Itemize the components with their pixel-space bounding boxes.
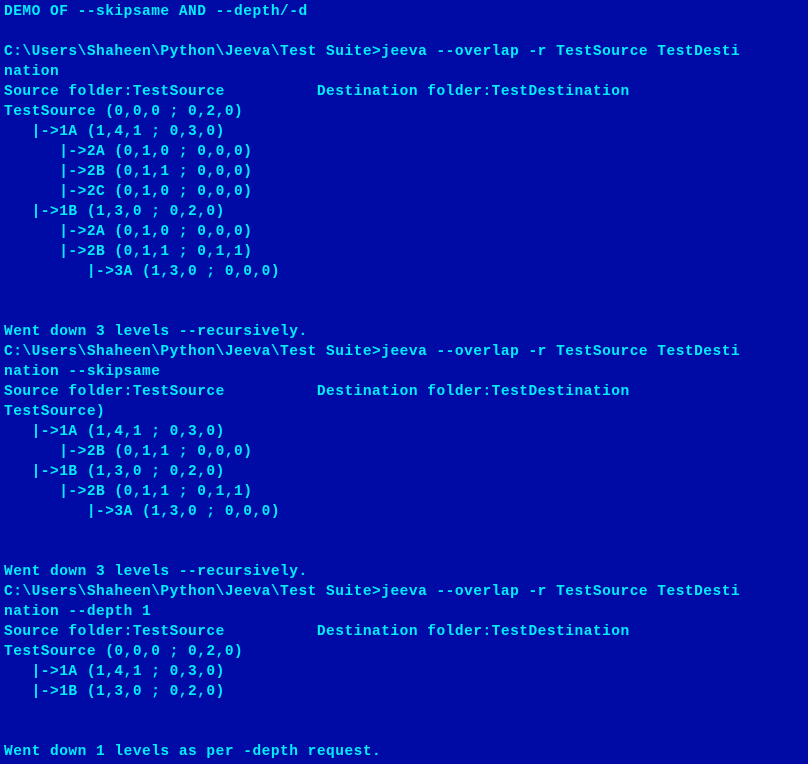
- terminal-line: |->2B (0,1,1 ; 0,0,0): [4, 442, 804, 462]
- terminal-line: [4, 542, 804, 562]
- terminal-line: |->1A (1,4,1 ; 0,3,0): [4, 662, 804, 682]
- terminal-line: |->2A (0,1,0 ; 0,0,0): [4, 142, 804, 162]
- terminal-line: DEMO OF --skipsame AND --depth/-d: [4, 2, 804, 22]
- terminal-line: [4, 702, 804, 722]
- terminal-line: [4, 522, 804, 542]
- terminal-line: [4, 22, 804, 42]
- terminal-line: Source folder:TestSource Destination fol…: [4, 82, 804, 102]
- terminal-line: TestSource (0,0,0 ; 0,2,0): [4, 642, 804, 662]
- terminal-line: Went down 3 levels --recursively.: [4, 562, 804, 582]
- terminal-line: [4, 282, 804, 302]
- terminal-line: |->2C (0,1,0 ; 0,0,0): [4, 182, 804, 202]
- terminal-line: |->2B (0,1,1 ; 0,0,0): [4, 162, 804, 182]
- terminal-line: Source folder:TestSource Destination fol…: [4, 382, 804, 402]
- terminal-line: |->3A (1,3,0 ; 0,0,0): [4, 262, 804, 282]
- terminal-line: [4, 722, 804, 742]
- terminal-output: DEMO OF --skipsame AND --depth/-d C:\Use…: [4, 2, 804, 762]
- terminal-line: C:\Users\Shaheen\Python\Jeeva\Test Suite…: [4, 342, 804, 362]
- terminal-line: |->1A (1,4,1 ; 0,3,0): [4, 422, 804, 442]
- terminal-line: |->1B (1,3,0 ; 0,2,0): [4, 682, 804, 702]
- terminal-line: TestSource): [4, 402, 804, 422]
- terminal-line: |->1A (1,4,1 ; 0,3,0): [4, 122, 804, 142]
- terminal-line: nation --depth 1: [4, 602, 804, 622]
- terminal-line: Went down 3 levels --recursively.: [4, 322, 804, 342]
- terminal-line: nation: [4, 62, 804, 82]
- terminal-line: TestSource (0,0,0 ; 0,2,0): [4, 102, 804, 122]
- terminal-line: Source folder:TestSource Destination fol…: [4, 622, 804, 642]
- terminal-line: |->2B (0,1,1 ; 0,1,1): [4, 482, 804, 502]
- terminal-line: |->1B (1,3,0 ; 0,2,0): [4, 462, 804, 482]
- terminal-line: |->3A (1,3,0 ; 0,0,0): [4, 502, 804, 522]
- terminal-line: Went down 1 levels as per -depth request…: [4, 742, 804, 762]
- terminal-line: nation --skipsame: [4, 362, 804, 382]
- terminal-line: |->1B (1,3,0 ; 0,2,0): [4, 202, 804, 222]
- terminal-line: |->2B (0,1,1 ; 0,1,1): [4, 242, 804, 262]
- terminal-line: C:\Users\Shaheen\Python\Jeeva\Test Suite…: [4, 42, 804, 62]
- terminal-line: |->2A (0,1,0 ; 0,0,0): [4, 222, 804, 242]
- terminal-line: [4, 302, 804, 322]
- terminal-line: C:\Users\Shaheen\Python\Jeeva\Test Suite…: [4, 582, 804, 602]
